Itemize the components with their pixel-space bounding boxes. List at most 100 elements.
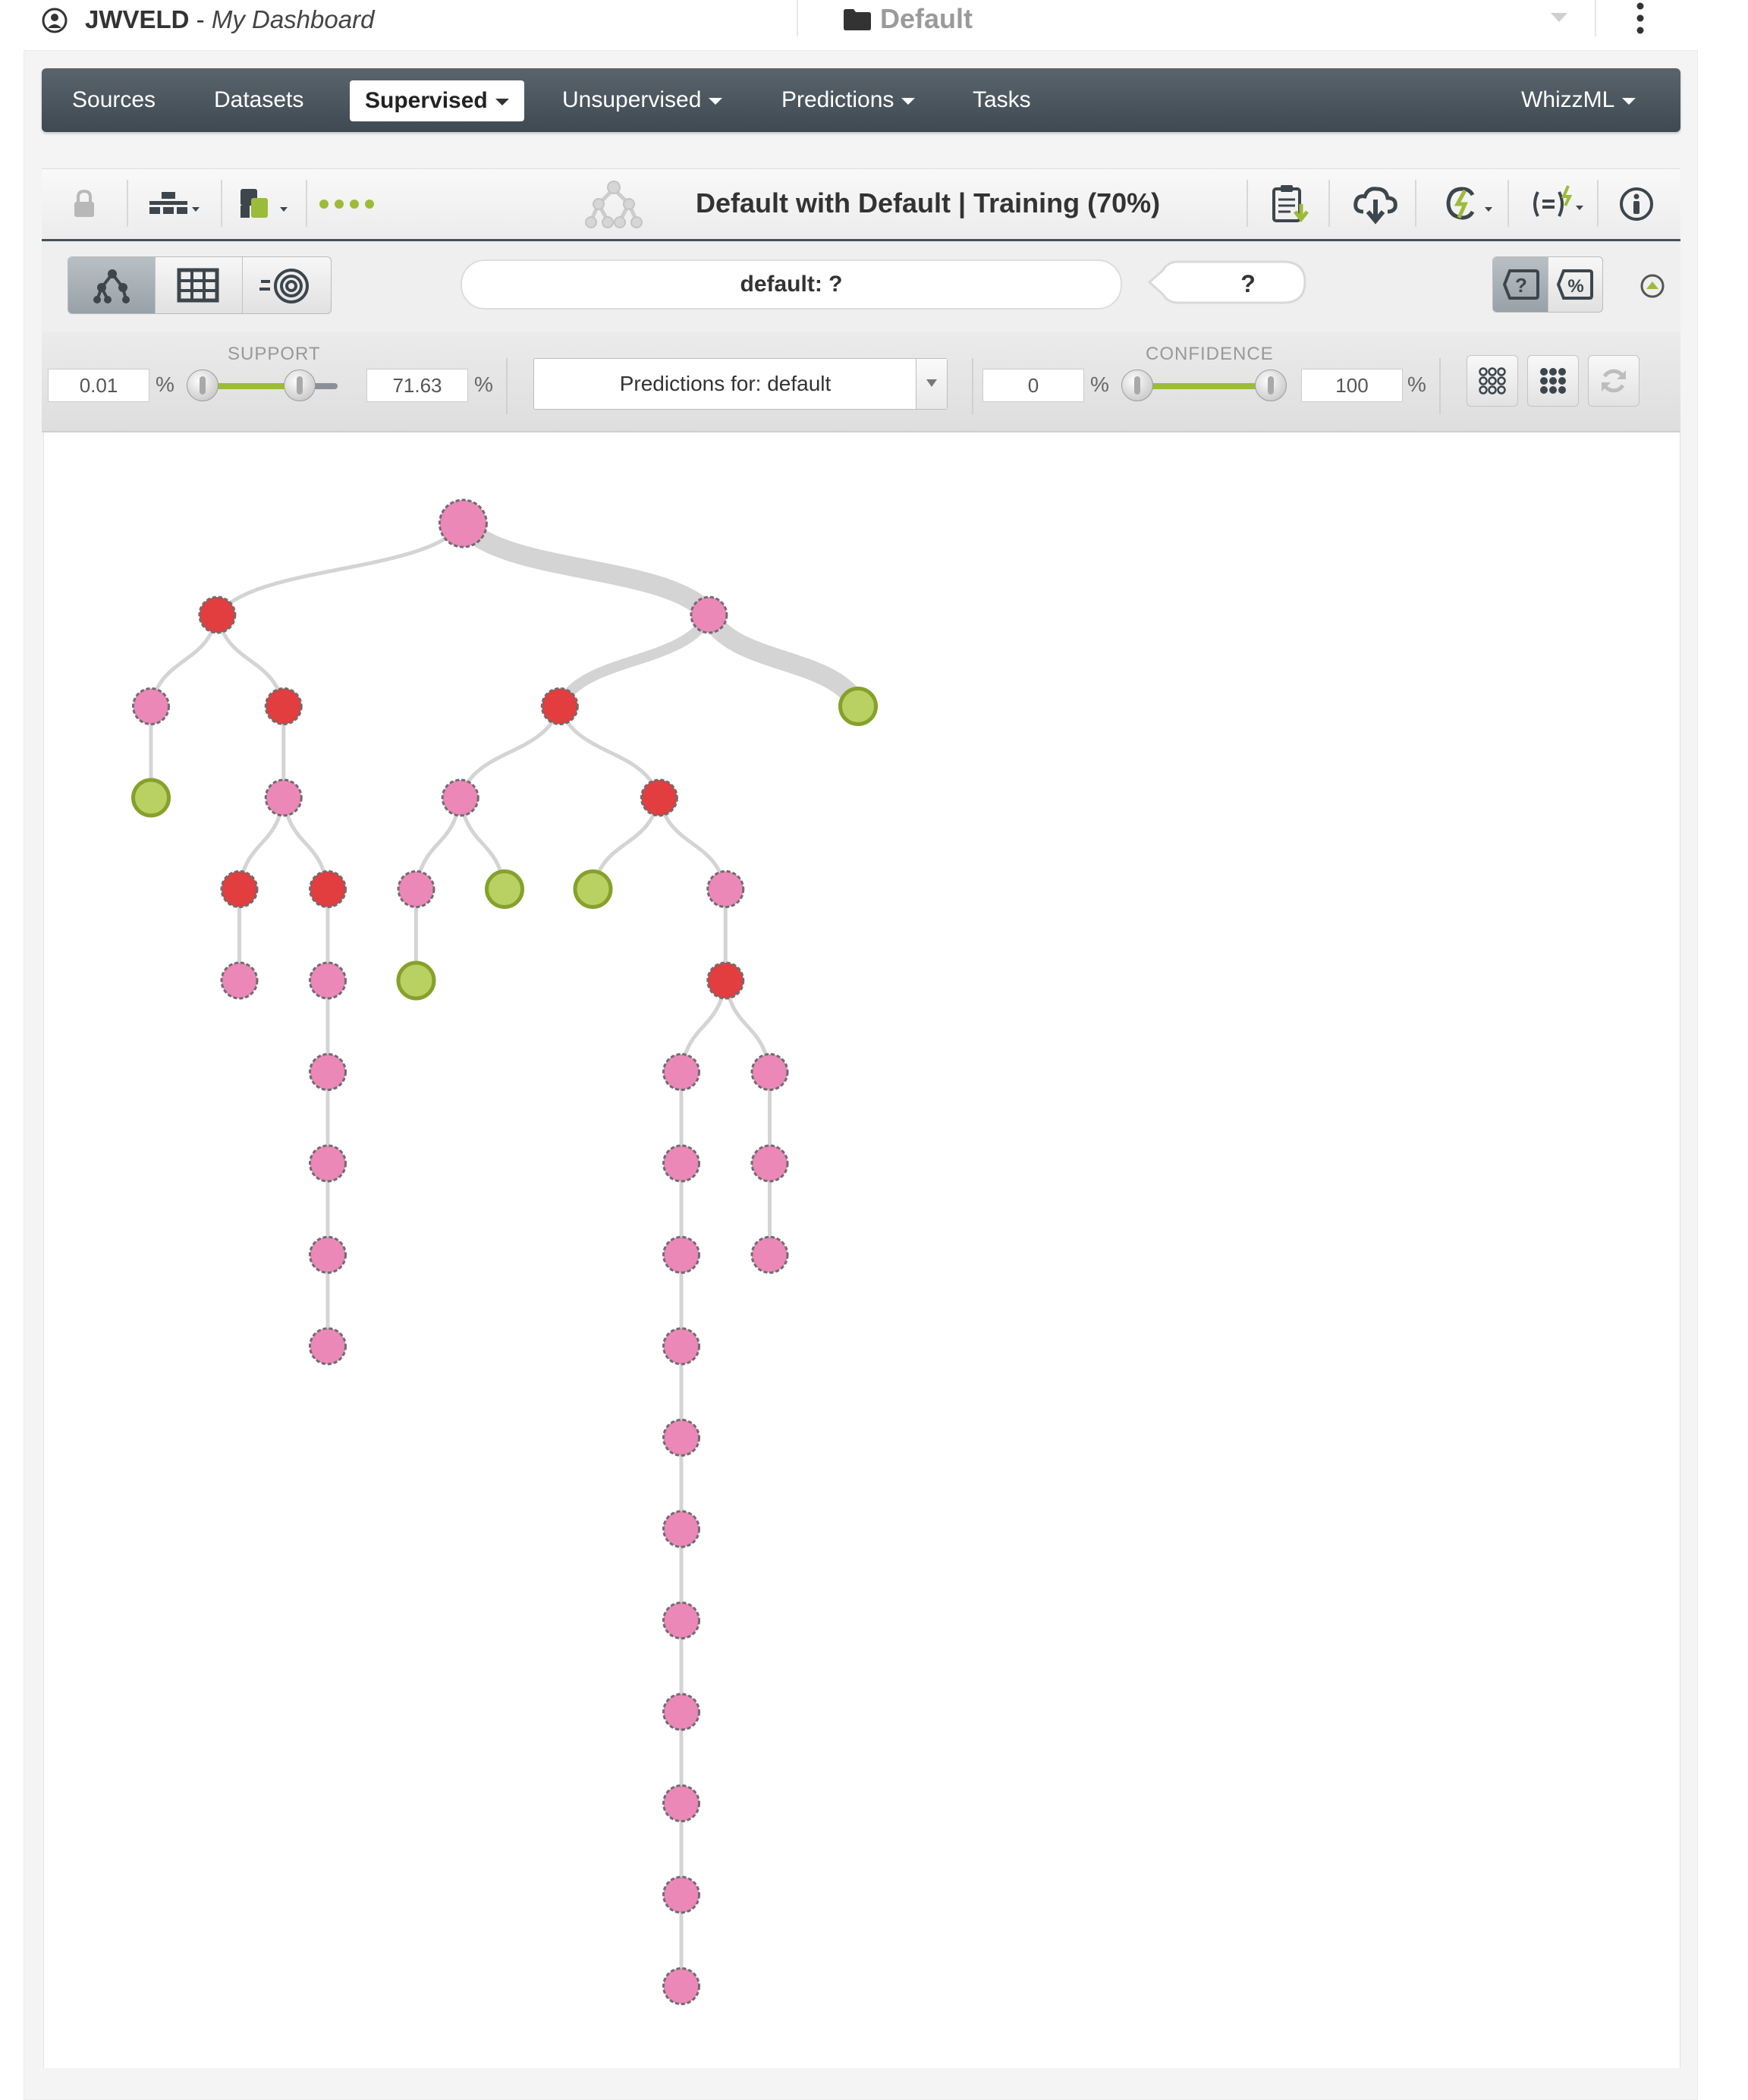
nav-supervised[interactable]: Supervised <box>350 80 524 121</box>
cloud-download-icon[interactable] <box>1353 183 1398 225</box>
tree-node[interactable] <box>264 687 303 725</box>
nav-whizzml[interactable]: WhizzML <box>1521 68 1636 132</box>
expand-all-button[interactable] <box>1527 355 1579 407</box>
tree-node[interactable] <box>662 1693 700 1731</box>
tree-node[interactable] <box>690 596 728 634</box>
tree-node[interactable] <box>662 1419 700 1457</box>
tree-leaf-node[interactable] <box>396 960 436 1001</box>
project-selector[interactable]: Default <box>880 2 973 36</box>
nav-tasks[interactable]: Tasks <box>973 68 1031 132</box>
sunburst-view-button[interactable] <box>243 257 329 313</box>
grid-icon <box>177 268 219 303</box>
nav-datasets[interactable]: Datasets <box>214 68 303 132</box>
tree-node[interactable] <box>662 1967 700 2005</box>
confidence-slider[interactable] <box>1121 369 1287 401</box>
tree-node[interactable] <box>540 687 579 725</box>
confidence-max-handle[interactable] <box>1255 369 1287 401</box>
tree-node[interactable] <box>309 1053 347 1091</box>
tree-node[interactable] <box>264 778 303 817</box>
decision-tree-canvas[interactable] <box>43 432 1680 2068</box>
prediction-path-input[interactable]: default: ? <box>461 259 1122 310</box>
field-importance-icon[interactable] <box>237 186 294 222</box>
tree-leaf-node[interactable] <box>838 687 878 726</box>
tree-node[interactable] <box>750 1236 789 1274</box>
tree-node[interactable] <box>220 961 259 1000</box>
tree-node[interactable] <box>662 1327 700 1366</box>
toolbar-divider <box>1328 180 1330 227</box>
chevron-down-icon[interactable] <box>1549 11 1569 24</box>
tree-leaf-node[interactable] <box>131 778 171 818</box>
lock-icon[interactable] <box>72 189 96 219</box>
nav-sources[interactable]: Sources <box>72 68 156 132</box>
toolbar-divider <box>221 180 222 227</box>
tree-node[interactable] <box>662 1053 700 1091</box>
confidence-min-input[interactable]: 0 <box>982 369 1084 402</box>
nav-unsupervised[interactable]: Unsupervised <box>562 68 723 132</box>
tree-node[interactable] <box>397 870 435 908</box>
confidence-min-handle[interactable] <box>1121 369 1153 401</box>
tree-node[interactable] <box>662 1236 700 1274</box>
batch-prediction-icon[interactable] <box>1442 183 1500 225</box>
tree-node[interactable] <box>220 870 259 908</box>
tree-node[interactable] <box>706 870 745 908</box>
tree-node[interactable] <box>662 1602 700 1639</box>
tree-node[interactable] <box>662 1144 700 1183</box>
tree-layout-icon[interactable] <box>148 190 206 219</box>
tree-root-node[interactable] <box>438 498 488 549</box>
clipboard-download-icon[interactable] <box>1271 183 1313 227</box>
reset-filters-button[interactable] <box>1588 355 1640 407</box>
tree-node[interactable] <box>750 1053 789 1091</box>
predictions-for-select[interactable]: Predictions for: default <box>533 358 948 410</box>
percent-symbol: % <box>1090 373 1109 396</box>
nav-predictions[interactable]: Predictions <box>781 68 916 132</box>
table-view-button[interactable] <box>156 257 243 313</box>
tree-node[interactable] <box>309 1144 347 1183</box>
support-slider[interactable] <box>187 369 338 401</box>
tree-leaf-node[interactable] <box>485 869 524 909</box>
question-mode-button[interactable]: ? <box>1493 257 1548 312</box>
main-navigation: Sources Datasets Supervised Unsupervised… <box>42 68 1680 132</box>
tree-node[interactable] <box>309 1236 347 1274</box>
tree-node[interactable] <box>309 870 347 908</box>
caret-down-icon <box>1622 97 1636 105</box>
formula-actions-icon[interactable] <box>1529 183 1589 225</box>
tree-node[interactable] <box>309 961 347 1000</box>
nav-label: Sources <box>72 87 156 112</box>
user-account-icon[interactable] <box>42 8 68 33</box>
tree-node[interactable] <box>640 778 678 817</box>
support-max-handle[interactable] <box>284 369 316 401</box>
toolbar-divider <box>127 180 128 227</box>
support-max-input[interactable]: 71.63 <box>366 369 468 402</box>
confidence-label: CONFIDENCE <box>1146 344 1274 364</box>
tree-node[interactable] <box>706 961 745 1000</box>
dots-grid-outline-icon <box>1479 367 1506 395</box>
percent-symbol: % <box>1407 373 1426 396</box>
more-options-icon[interactable] <box>1631 0 1649 39</box>
sunburst-icon <box>259 269 309 303</box>
tree-node[interactable] <box>309 1327 347 1366</box>
tree-node[interactable] <box>750 1144 789 1183</box>
prediction-result-value: ? <box>1240 270 1256 297</box>
question-mode-toggle: ? % <box>1492 256 1603 313</box>
nav-label: Unsupervised <box>562 87 702 112</box>
support-min-handle[interactable] <box>187 369 218 401</box>
tree-node[interactable] <box>662 1510 700 1548</box>
select-arrow[interactable] <box>916 359 947 409</box>
svg-text:%: % <box>1567 276 1583 297</box>
tree-node[interactable] <box>198 596 237 634</box>
dashboard-breadcrumb[interactable]: JWVELD - My Dashboard <box>85 3 374 36</box>
confidence-max-input[interactable]: 100 <box>1301 369 1403 402</box>
tree-node[interactable] <box>662 1875 700 1914</box>
info-icon[interactable] <box>1618 186 1655 222</box>
filter-divider <box>506 358 508 414</box>
tree-leaf-node[interactable] <box>573 869 613 909</box>
tree-node[interactable] <box>662 1784 700 1822</box>
tree-node[interactable] <box>132 687 170 725</box>
collapse-all-button[interactable] <box>1467 355 1518 407</box>
support-min-input[interactable]: 0.01 <box>48 369 149 402</box>
tree-node[interactable] <box>441 778 479 817</box>
percent-mode-button[interactable]: % <box>1548 257 1602 312</box>
tree-view-button[interactable] <box>68 257 156 313</box>
model-toolbar: Default with Default | Training (70%) <box>42 168 1680 242</box>
collapse-panel-icon[interactable] <box>1640 273 1665 299</box>
